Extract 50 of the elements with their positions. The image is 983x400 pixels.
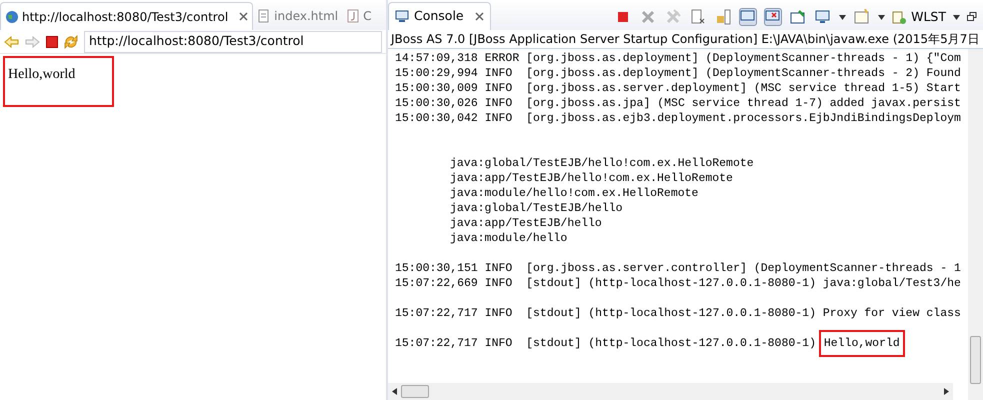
close-icon[interactable]: [239, 12, 248, 21]
browser-tab[interactable]: http://localhost:8080/Test3/control: [0, 2, 254, 30]
close-icon[interactable]: [474, 12, 484, 21]
new-console-icon[interactable]: [853, 8, 872, 26]
page-text: Hello,world: [3, 56, 114, 107]
globe-icon: [5, 10, 19, 24]
display-console-icon[interactable]: [814, 8, 832, 26]
console-description: JBoss AS 7.0 [JBoss Application Server Startup Configuration] E:\JAVA\bin\javaw.exe (2015年5月7日: [389, 31, 980, 48]
console-tab[interactable]: Console: [388, 2, 491, 30]
console-icon: [395, 10, 409, 23]
log-line: 14:57:09,318 ERROR [org.jboss.as.deployment] (DeploymentScanner-threads - 1) {"Com: [395, 52, 961, 65]
script-icon: [892, 10, 908, 24]
log-line: 15:00:30,042 INFO [org.jboss.as.ejb3.deployment.processors.EjbJndiBindingsDeploym: [395, 112, 961, 125]
browser-tab[interactable]: C: [342, 2, 376, 30]
vertical-scrollbar[interactable]: [968, 49, 983, 400]
address-field[interactable]: http://localhost:8080/Test3/control: [84, 30, 382, 52]
jndi-binding-line: java:app/TestEJB/hello!com.ex.HelloRemote: [450, 172, 733, 185]
pin-icon[interactable]: [789, 8, 808, 26]
jndi-binding-line: java:app/TestEJB/hello: [450, 217, 602, 230]
show-error-icon[interactable]: [764, 8, 782, 26]
scrollbar-thumb[interactable]: [970, 336, 981, 384]
log-line: 15:07:22,717 INFO [stdout] (http-localhost-127.0.0.1-8080-1) Proxy for view class: [395, 307, 961, 320]
show-console-icon[interactable]: [739, 8, 758, 26]
scroll-lock-icon[interactable]: [714, 8, 732, 26]
caret-icon[interactable]: [953, 14, 960, 20]
scrollbar-thumb[interactable]: [401, 385, 429, 398]
java-file-icon: [346, 9, 360, 23]
restore-icon[interactable]: [967, 12, 977, 22]
clear-console-icon[interactable]: [689, 8, 708, 26]
wlst-button[interactable]: WLST: [892, 8, 946, 26]
highlighted-output: Hello,world: [818, 330, 905, 357]
horizontal-scrollbar[interactable]: [388, 383, 953, 400]
log-line: 15:07:22,669 INFO [stdout] (http-localhost-127.0.0.1-8080-1) java:global/Test3/he: [395, 277, 961, 290]
jndi-binding-line: java:global/TestEJB/hello!com.ex.HelloRemote: [450, 157, 754, 170]
browser-tab[interactable]: index.html: [253, 2, 342, 30]
scroll-left-icon[interactable]: [392, 388, 397, 395]
scroll-right-icon[interactable]: [944, 388, 949, 395]
document-icon: [257, 9, 272, 23]
jndi-binding-line: java:global/TestEJB/hello: [450, 202, 623, 215]
refresh-icon[interactable]: [64, 34, 78, 48]
caret-icon[interactable]: [839, 14, 846, 20]
stop-icon[interactable]: [46, 36, 58, 48]
caret-icon[interactable]: [878, 14, 886, 20]
log-line: 15:07:22,717 INFO [stdout] (http-localhost-127.0.0.1-8080-1): [395, 337, 817, 350]
log-line: 15:00:30,151 INFO [org.jboss.as.server.controller] (DeploymentScanner-threads - 1: [395, 262, 961, 275]
log-line: 15:00:30,026 INFO [org.jboss.as.jpa] (MSC service thread 1-7) added javax.persist: [395, 97, 961, 110]
jndi-binding-line: java:module/hello!com.ex.HelloRemote: [450, 187, 698, 200]
log-line: 15:00:29,994 INFO [org.jboss.as.deployment] (DeploymentScanner-threads - 2) Found: [395, 67, 961, 80]
log-line: 15:00:30,009 INFO [org.jboss.as.server.deployment] (MSC service thread 1-5) Start: [395, 82, 961, 95]
jndi-binding-line: java:module/hello: [450, 232, 568, 245]
